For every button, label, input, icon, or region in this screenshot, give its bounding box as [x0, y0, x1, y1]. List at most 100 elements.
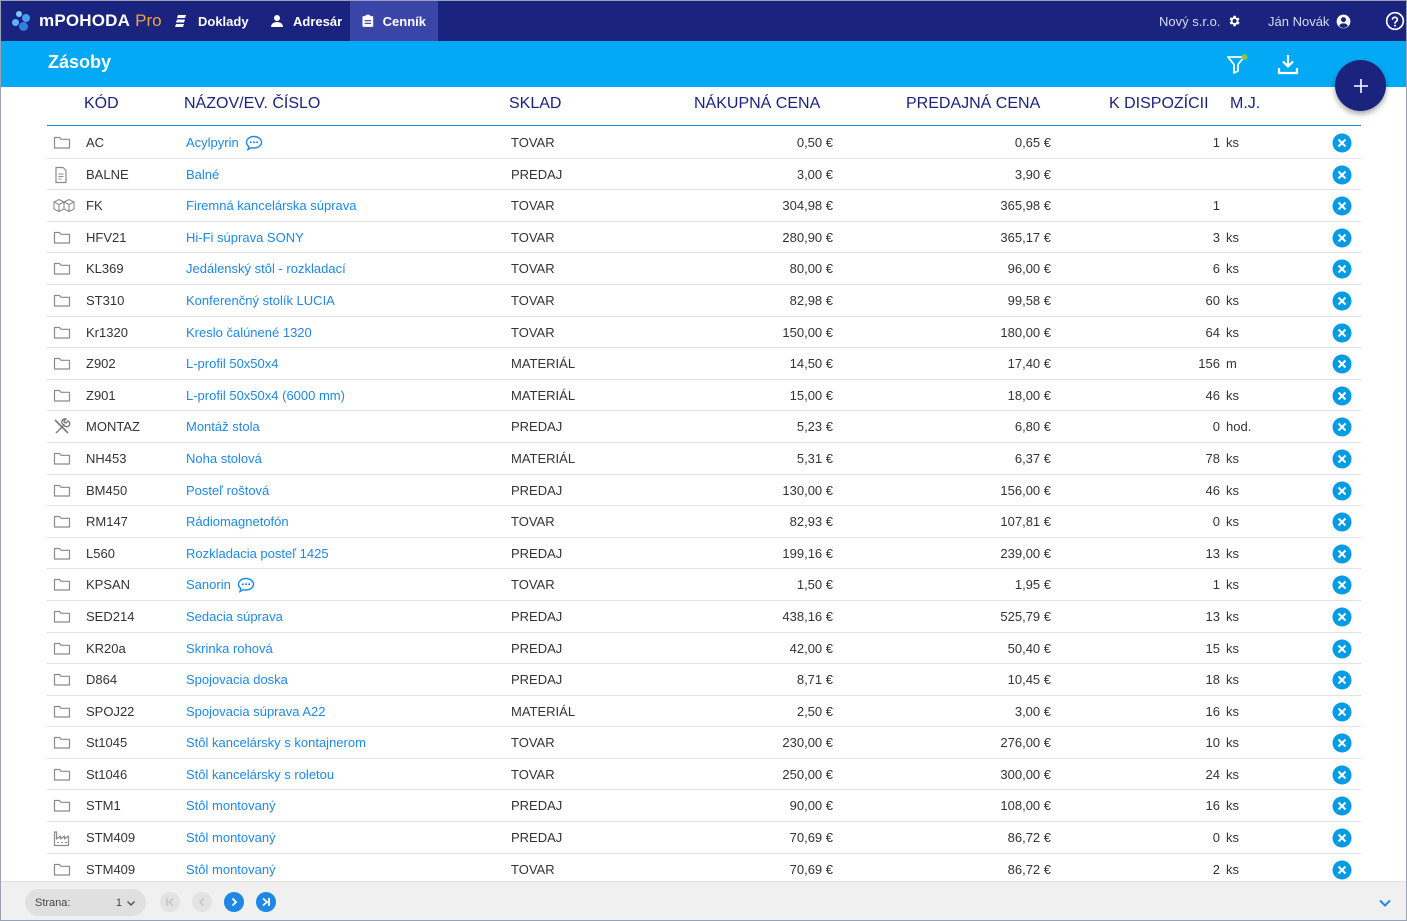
col-header-sell-price[interactable]: PREDAJNÁ CENA — [906, 95, 1040, 113]
page-select[interactable]: Strana: 1 — [25, 889, 146, 916]
item-name-link[interactable]: Stôl kancelársky s kontajnerom — [186, 727, 366, 758]
nav-doklady[interactable]: Doklady — [163, 1, 261, 41]
item-name: Sanorin — [186, 577, 231, 593]
delete-item-button[interactable] — [1332, 702, 1352, 722]
delete-item-button[interactable] — [1332, 575, 1352, 595]
next-page-button[interactable] — [224, 892, 244, 912]
item-name-link[interactable]: Firemná kancelárska súprava — [186, 190, 357, 221]
add-item-button[interactable] — [1335, 60, 1386, 111]
table-row[interactable]: BALNE Balné PREDAJ 3,00 € 3,90 € — [47, 159, 1361, 191]
item-name-link[interactable]: Kreslo čalúnené 1320 — [186, 317, 312, 348]
delete-item-button[interactable] — [1332, 259, 1352, 279]
item-name-link[interactable]: Acylpyrin — [186, 127, 263, 158]
delete-item-button[interactable] — [1332, 796, 1352, 816]
item-name-link[interactable]: L-profil 50x50x4 (6000 mm) — [186, 380, 345, 411]
account-icon — [1337, 14, 1351, 28]
last-page-button[interactable] — [256, 892, 276, 912]
comment-icon[interactable] — [245, 135, 263, 151]
col-header-buy-price[interactable]: NÁKUPNÁ CENA — [694, 95, 820, 113]
col-header-unit[interactable]: M.J. — [1230, 95, 1260, 113]
delete-item-button[interactable] — [1332, 670, 1352, 690]
user-menu[interactable]: Ján Novák — [1268, 1, 1351, 41]
item-name-link[interactable]: Stôl montovaný — [186, 854, 276, 885]
chevron-left-icon — [198, 897, 205, 907]
col-header-available[interactable]: K DISPOZÍCII — [1109, 95, 1209, 113]
item-name-link[interactable]: Stôl montovaný — [186, 822, 276, 853]
table-row[interactable]: MONTAZ Montáž stola PREDAJ 5,23 € 6,80 € 0 hod… — [47, 411, 1361, 443]
col-header-code[interactable]: KÓD — [84, 95, 119, 113]
table-row[interactable]: Z901 L-profil 50x50x4 (6000 mm) MATERIÁL 15… — [47, 380, 1361, 412]
delete-item-button[interactable] — [1332, 291, 1352, 311]
table-row[interactable]: HFV21 Hi-Fi súprava SONY TOVAR 280,90 € 365,… — [47, 222, 1361, 254]
delete-item-button[interactable] — [1332, 512, 1352, 532]
table-row[interactable]: L560 Rozkladacia posteľ 1425 PREDAJ 199,16 … — [47, 538, 1361, 570]
delete-item-button[interactable] — [1332, 196, 1352, 216]
item-name-link[interactable]: Sanorin — [186, 569, 255, 600]
col-header-name[interactable]: NÁZOV/EV. ČÍSLO — [184, 95, 320, 113]
nav-adresar[interactable]: Adresár — [258, 1, 354, 41]
item-name-link[interactable]: Konferenčný stolík LUCIA — [186, 285, 335, 316]
delete-item-button[interactable] — [1332, 544, 1352, 564]
col-header-store[interactable]: SKLAD — [509, 95, 561, 113]
delete-item-button[interactable] — [1332, 607, 1352, 627]
item-name-link[interactable]: Rádiomagnetofón — [186, 506, 289, 537]
delete-item-button[interactable] — [1332, 417, 1352, 437]
table-row[interactable]: St1046 Stôl kancelársky s roletou TOVAR 250… — [47, 759, 1361, 791]
delete-item-button[interactable] — [1332, 733, 1352, 753]
item-name: Noha stolová — [186, 450, 262, 466]
item-name-link[interactable]: Spojovacia súprava A22 — [186, 696, 325, 727]
item-name-link[interactable]: Skrinka rohová — [186, 633, 273, 664]
delete-item-button[interactable] — [1332, 323, 1352, 343]
table-row[interactable]: KR20a Skrinka rohová PREDAJ 42,00 € 50,40 € 1… — [47, 633, 1361, 665]
item-name-link[interactable]: Stôl kancelársky s roletou — [186, 759, 334, 790]
delete-item-button[interactable] — [1332, 481, 1352, 501]
item-name-link[interactable]: Stôl montovaný — [186, 790, 276, 821]
delete-item-button[interactable] — [1332, 449, 1352, 469]
delete-item-button[interactable] — [1332, 828, 1352, 848]
table-row[interactable]: SPOJ22 Spojovacia súprava A22 MATERIÁL 2,50… — [47, 696, 1361, 728]
first-page-button[interactable] — [160, 892, 180, 912]
filter-button[interactable] — [1224, 51, 1250, 77]
item-name-link[interactable]: Balné — [186, 159, 219, 190]
item-name-link[interactable]: Jedálenský stôl - rozkladací — [186, 253, 346, 284]
prev-page-button[interactable] — [192, 892, 212, 912]
table-row[interactable]: NH453 Noha stolová MATERIÁL 5,31 € 6,37 € 78 k… — [47, 443, 1361, 475]
delete-item-button[interactable] — [1332, 165, 1352, 185]
app-logo[interactable]: mPOHODA Pro — [11, 7, 162, 35]
company-switcher[interactable]: Nový s.r.o. — [1159, 1, 1241, 41]
item-name-link[interactable]: Sedacia súprava — [186, 601, 283, 632]
table-row[interactable]: ST310 Konferenčný stolík LUCIA TOVAR 82,98 … — [47, 285, 1361, 317]
delete-item-button[interactable] — [1332, 765, 1352, 785]
table-row[interactable]: RM147 Rádiomagnetofón TOVAR 82,93 € 107,81 €… — [47, 506, 1361, 538]
table-row[interactable]: AC Acylpyrin TOVAR 0,50 € 0,65 € 1 ks — [47, 127, 1361, 159]
item-name-link[interactable]: L-profil 50x50x4 — [186, 348, 279, 379]
table-row[interactable]: KL369 Jedálenský stôl - rozkladací TOVAR 80… — [47, 253, 1361, 285]
table-row[interactable]: Kr1320 Kreslo čalúnené 1320 TOVAR 150,00 € 1… — [47, 317, 1361, 349]
table-row[interactable]: St1045 Stôl kancelársky s kontajnerom TOVA… — [47, 727, 1361, 759]
scroll-down-button[interactable] — [1374, 892, 1396, 914]
table-row[interactable]: SED214 Sedacia súprava PREDAJ 438,16 € 525,7… — [47, 601, 1361, 633]
delete-item-button[interactable] — [1332, 133, 1352, 153]
nav-cennik[interactable]: Cenník — [350, 1, 438, 41]
item-name-link[interactable]: Rozkladacia posteľ 1425 — [186, 538, 329, 569]
table-row[interactable]: FK Firemná kancelárska súprava TOVAR 304,98… — [47, 190, 1361, 222]
item-name-link[interactable]: Noha stolová — [186, 443, 262, 474]
item-name-link[interactable]: Posteľ roštová — [186, 475, 269, 506]
table-row[interactable]: STM1 Stôl montovaný PREDAJ 90,00 € 108,00 € 1… — [47, 790, 1361, 823]
delete-item-button[interactable] — [1332, 354, 1352, 374]
download-button[interactable] — [1275, 51, 1301, 77]
table-row[interactable]: BM450 Posteľ roštová PREDAJ 130,00 € 156,00 … — [47, 475, 1361, 507]
delete-item-button[interactable] — [1332, 386, 1352, 406]
item-name-link[interactable]: Hi-Fi súprava SONY — [186, 222, 304, 253]
item-name-link[interactable]: Montáž stola — [186, 411, 260, 442]
comment-icon[interactable] — [237, 577, 255, 593]
item-name-link[interactable]: Spojovacia doska — [186, 664, 288, 695]
table-row[interactable]: Z902 L-profil 50x50x4 MATERIÁL 14,50 € 17,40… — [47, 348, 1361, 380]
delete-item-button[interactable] — [1332, 860, 1352, 880]
delete-item-button[interactable] — [1332, 639, 1352, 659]
table-row[interactable]: D864 Spojovacia doska PREDAJ 8,71 € 10,45 € 1… — [47, 664, 1361, 696]
table-row[interactable]: STM409 Stôl montovaný PREDAJ 70,69 € 86,72 €… — [47, 822, 1361, 854]
help-button[interactable] — [1378, 1, 1405, 41]
table-row[interactable]: KPSAN Sanorin TOVAR 1,50 € 1,95 € 1 ks — [47, 569, 1361, 601]
delete-item-button[interactable] — [1332, 228, 1352, 248]
